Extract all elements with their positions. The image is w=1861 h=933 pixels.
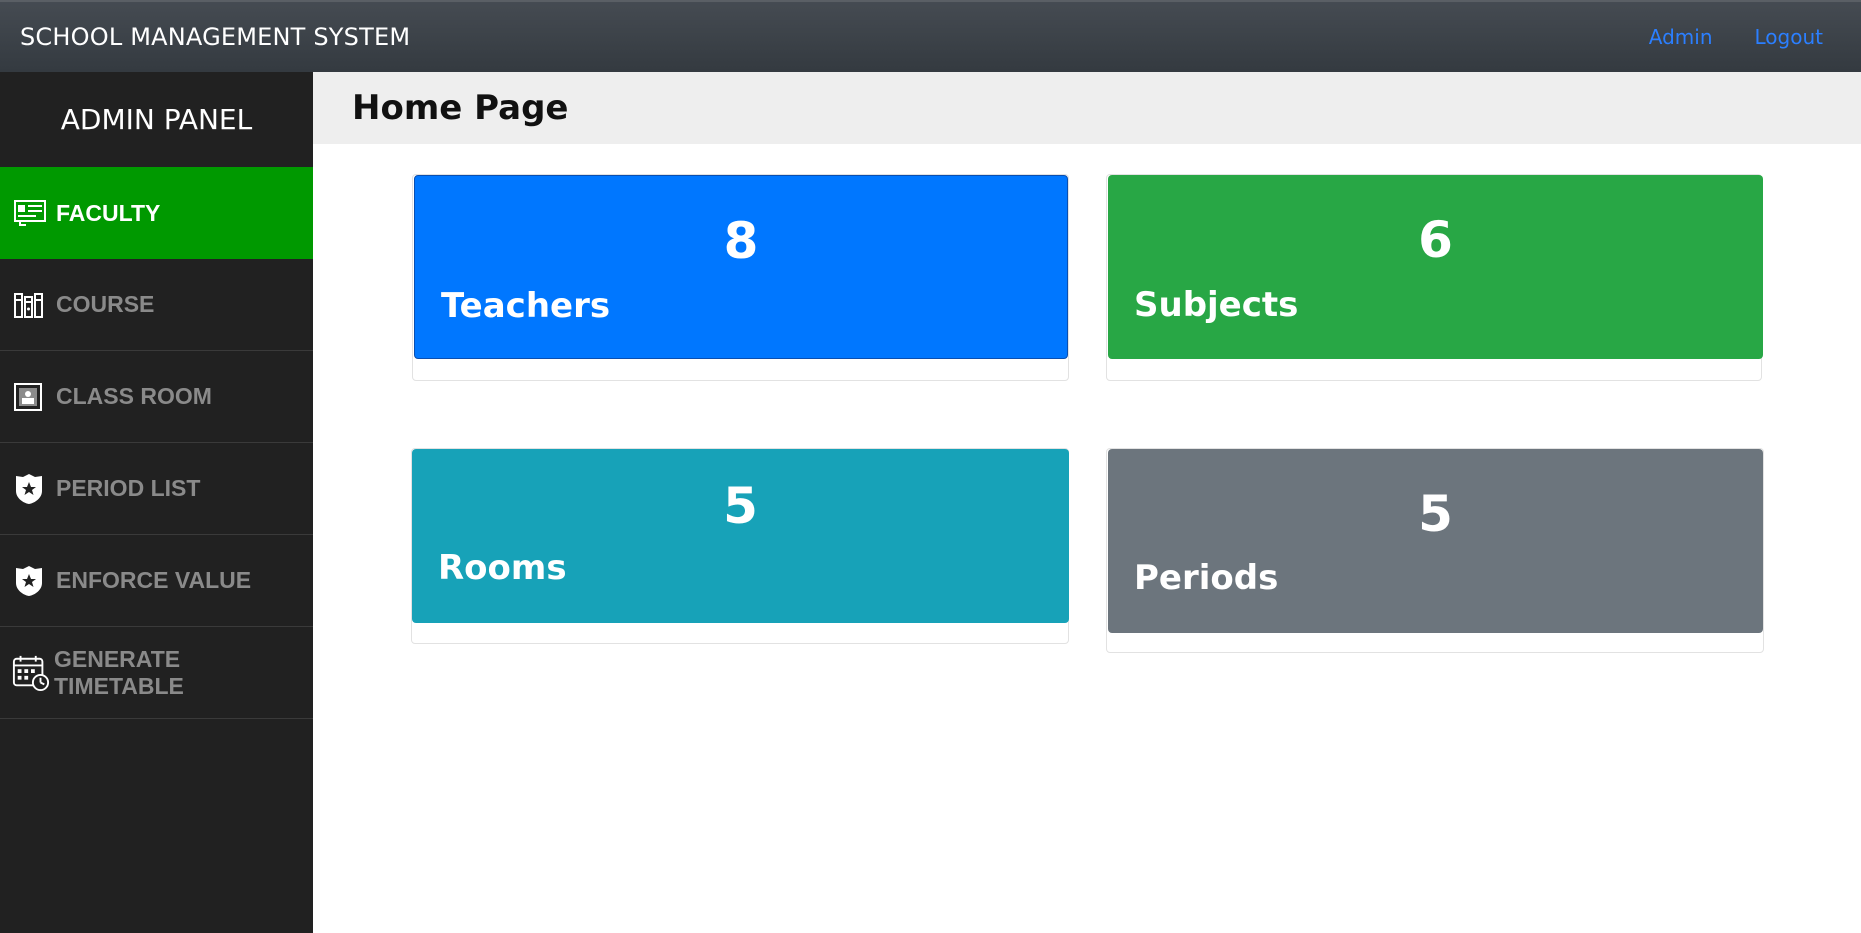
periods-label: Periods — [1134, 558, 1279, 598]
subjects-card[interactable]: 6 Subjects — [1108, 175, 1763, 359]
periods-card[interactable]: 5 Periods — [1108, 449, 1763, 633]
admin-link[interactable]: Admin — [1649, 25, 1713, 49]
badge-icon — [14, 470, 52, 508]
sidebar: ADMIN PANEL FACULTY COURSE CLASS ROOM PE… — [0, 72, 313, 933]
subjects-count: 6 — [1418, 211, 1453, 269]
rooms-label: Rooms — [438, 548, 567, 588]
teachers-label: Teachers — [441, 286, 611, 326]
sidebar-item-enforce-value[interactable]: ENFORCE VALUE — [0, 535, 313, 627]
sidebar-item-course[interactable]: COURSE — [0, 259, 313, 351]
logout-link[interactable]: Logout — [1755, 25, 1823, 49]
calendar-clock-icon — [12, 654, 50, 692]
content-header: Home Page — [313, 72, 1861, 144]
subjects-card-container: 6 Subjects — [1106, 174, 1763, 381]
sidebar-item-label: GENERATE TIMETABLE — [54, 645, 184, 699]
teachers-card-container: 8 Teachers — [412, 174, 1069, 381]
books-icon — [14, 286, 52, 324]
navbar-links: Admin Logout — [1607, 25, 1861, 49]
teachers-card[interactable]: 8 Teachers — [414, 175, 1068, 359]
badge-icon — [14, 562, 52, 600]
rooms-count: 5 — [723, 477, 758, 535]
sidebar-item-label: PERIOD LIST — [56, 475, 201, 501]
rooms-card-container: 5 Rooms — [411, 448, 1069, 644]
periods-count: 5 — [1418, 485, 1453, 543]
rooms-card[interactable]: 5 Rooms — [412, 449, 1069, 623]
sidebar-item-period-list[interactable]: PERIOD LIST — [0, 443, 313, 535]
sidebar-item-classroom[interactable]: CLASS ROOM — [0, 351, 313, 443]
teachers-count: 8 — [723, 212, 759, 270]
top-navbar: SCHOOL MANAGEMENT SYSTEM Admin Logout — [0, 0, 1861, 72]
brand-title[interactable]: SCHOOL MANAGEMENT SYSTEM — [0, 23, 410, 51]
sidebar-item-label: CLASS ROOM — [56, 383, 212, 409]
sidebar-item-generate-timetable[interactable]: GENERATE TIMETABLE — [0, 627, 313, 719]
periods-card-container: 5 Periods — [1106, 448, 1764, 653]
id-card-icon — [14, 194, 52, 232]
subjects-label: Subjects — [1134, 285, 1299, 325]
page-title: Home Page — [352, 88, 569, 128]
sidebar-item-faculty[interactable]: FACULTY — [0, 167, 313, 259]
sidebar-title: ADMIN PANEL — [60, 103, 253, 136]
sidebar-item-label: FACULTY — [56, 199, 161, 226]
sidebar-item-label: ENFORCE VALUE — [56, 567, 252, 593]
classroom-icon — [14, 378, 52, 416]
sidebar-item-label: COURSE — [56, 291, 155, 317]
